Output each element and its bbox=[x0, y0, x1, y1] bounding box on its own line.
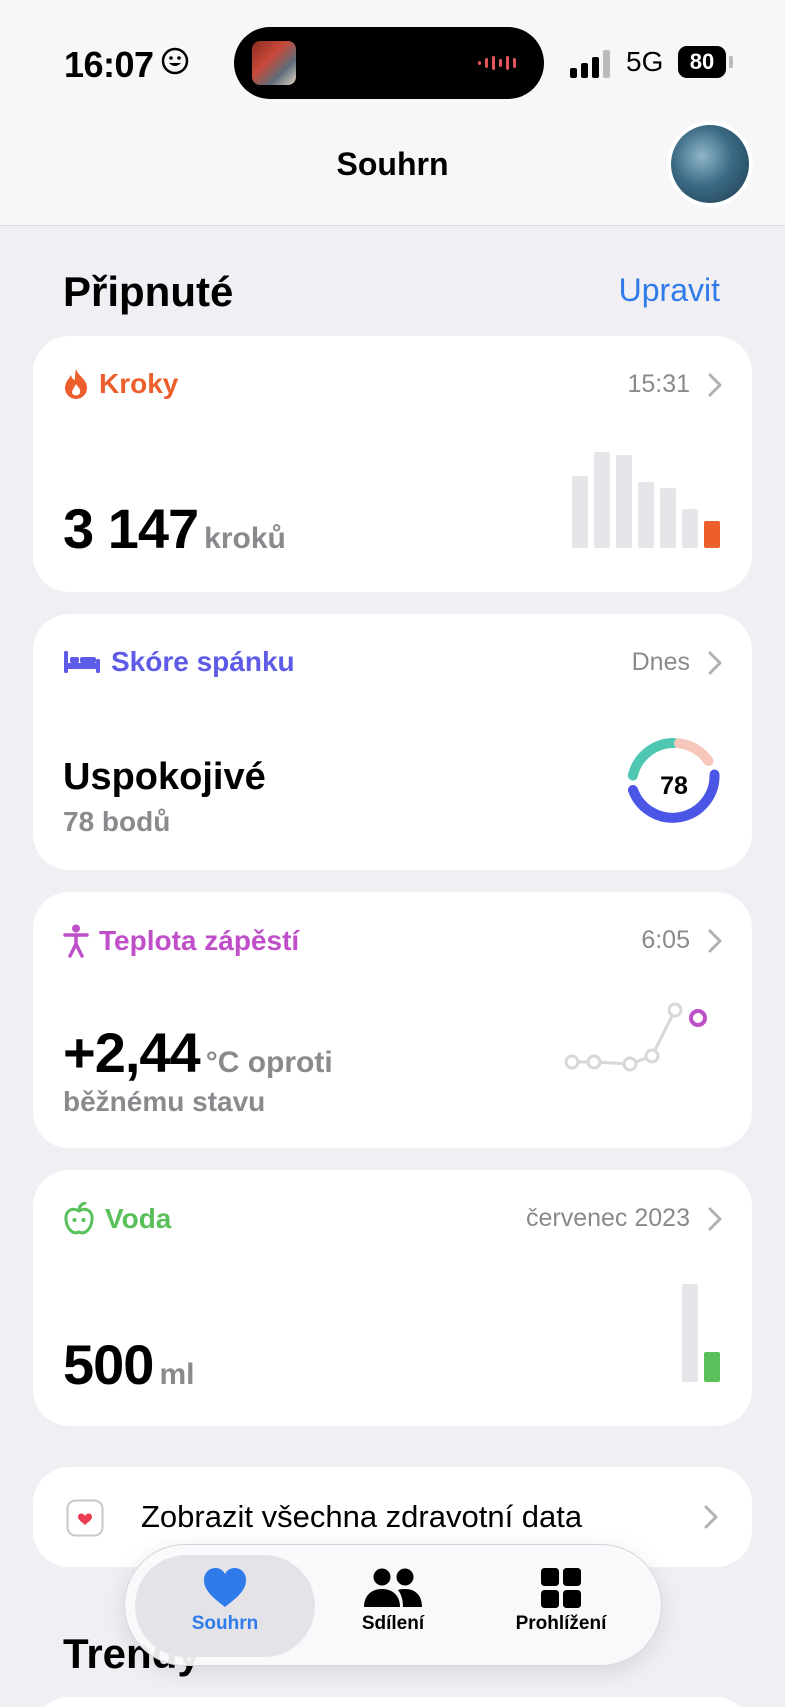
sleep-score-ring: 78 bbox=[627, 737, 720, 823]
battery-indicator: 80 bbox=[678, 46, 726, 78]
bed-icon bbox=[64, 651, 100, 673]
temp-point bbox=[667, 1002, 683, 1018]
chevron-right-icon bbox=[708, 651, 722, 674]
water-value-row: 500 ml bbox=[63, 1332, 194, 1397]
steps-mini-chart bbox=[572, 452, 720, 548]
water-card[interactable]: Voda červenec 2023 500 ml bbox=[33, 1170, 752, 1426]
show-all-health-data-label: Zobrazit všechna zdravotní data bbox=[141, 1499, 583, 1534]
chevron-right-icon bbox=[704, 1505, 718, 1529]
grid-icon bbox=[541, 1568, 581, 1608]
tab-sharing-label: Sdílení bbox=[361, 1613, 425, 1634]
steps-bar bbox=[638, 482, 654, 548]
cellular-signal-icon bbox=[570, 50, 610, 78]
chevron-right-icon bbox=[708, 1207, 722, 1230]
steps-unit: kroků bbox=[204, 522, 286, 555]
trends-card[interactable] bbox=[33, 1697, 752, 1707]
smiley-icon bbox=[161, 47, 189, 75]
status-time: 16:07 bbox=[64, 44, 154, 85]
steps-title: Kroky bbox=[99, 368, 179, 399]
chevron-right-icon bbox=[708, 929, 722, 952]
tab-browse[interactable]: Prohlížení bbox=[471, 1555, 651, 1657]
temp-title: Teplota zápěstí bbox=[99, 925, 300, 956]
tab-browse-label: Prohlížení bbox=[515, 1613, 607, 1634]
temp-point bbox=[622, 1056, 638, 1072]
sleep-title: Skóre spánku bbox=[111, 646, 295, 677]
temp-point-latest bbox=[689, 1009, 707, 1027]
people-icon bbox=[364, 1568, 422, 1607]
temp-point bbox=[644, 1048, 660, 1064]
temp-point bbox=[586, 1054, 602, 1070]
battery-tip bbox=[729, 56, 733, 68]
top-bar: 16:07 5G 80 Souhrn bbox=[0, 0, 785, 226]
audio-waveform-icon bbox=[478, 56, 516, 70]
edit-button[interactable]: Upravit bbox=[619, 272, 720, 309]
network-type: 5G bbox=[626, 46, 664, 77]
dynamic-island[interactable] bbox=[234, 27, 544, 99]
sleep-value: Uspokojivé bbox=[63, 756, 266, 798]
sleep-time: Dnes bbox=[631, 648, 690, 676]
tab-bar: Souhrn Sdílení Prohlížení bbox=[124, 1544, 662, 1666]
avatar[interactable] bbox=[667, 121, 753, 207]
water-time: červenec 2023 bbox=[525, 1204, 690, 1232]
steps-card[interactable]: Kroky 15:31 3 147 kroků bbox=[33, 336, 752, 592]
temp-value: +2,44 bbox=[63, 1021, 201, 1084]
sleep-score-card[interactable]: Skóre spánku Dnes Uspokojivé 78 bodů 78 bbox=[33, 614, 752, 870]
temp-point bbox=[564, 1054, 580, 1070]
water-mini-chart bbox=[682, 1284, 720, 1382]
tab-sharing[interactable]: Sdílení bbox=[303, 1555, 483, 1657]
steps-value-row: 3 147 kroků bbox=[63, 496, 286, 561]
temp-sub: běžnému stavu bbox=[63, 1086, 266, 1117]
steps-bar bbox=[660, 488, 676, 548]
water-bar bbox=[682, 1284, 698, 1382]
wrist-temperature-card[interactable]: Teplota zápěstí 6:05 +2,44 °C oproti běžn… bbox=[33, 892, 752, 1148]
steps-bar-current bbox=[704, 521, 720, 548]
temp-value-row: +2,44 °C oproti bbox=[63, 1020, 333, 1085]
water-unit: ml bbox=[159, 1358, 195, 1391]
heart-icon bbox=[204, 1568, 246, 1607]
sleep-points: 78 bodů bbox=[63, 806, 171, 837]
person-icon bbox=[63, 924, 89, 958]
tab-summary-label: Souhrn bbox=[191, 1613, 259, 1634]
flame-icon bbox=[65, 369, 87, 399]
temp-trend-chart bbox=[564, 1002, 707, 1072]
pinned-section-title: Připnuté bbox=[63, 268, 234, 315]
water-bar-today bbox=[704, 1352, 720, 1382]
temp-time: 6:05 bbox=[641, 926, 690, 954]
chevron-right-icon bbox=[708, 373, 722, 396]
steps-value: 3 147 bbox=[63, 497, 199, 560]
apple-icon bbox=[64, 1202, 94, 1235]
steps-bar bbox=[682, 509, 698, 548]
water-title: Voda bbox=[105, 1203, 172, 1234]
temp-unit: °C oproti bbox=[205, 1046, 333, 1079]
now-playing-artwork bbox=[252, 41, 296, 85]
water-value: 500 bbox=[63, 1333, 154, 1396]
steps-bar bbox=[572, 476, 588, 548]
tab-summary[interactable]: Souhrn bbox=[135, 1555, 315, 1657]
health-app-icon bbox=[66, 1499, 104, 1537]
sleep-score-value: 78 bbox=[660, 772, 688, 800]
steps-bar bbox=[616, 455, 632, 548]
steps-time: 15:31 bbox=[627, 370, 690, 398]
steps-bar bbox=[594, 452, 610, 548]
